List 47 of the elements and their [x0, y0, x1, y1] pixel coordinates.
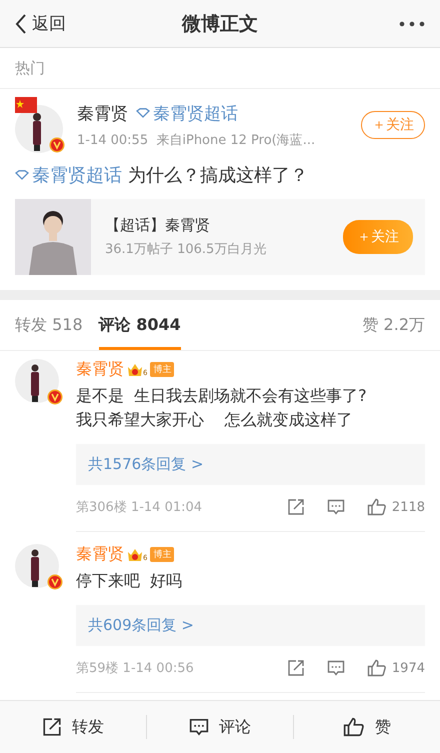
- back-icon: [14, 12, 28, 34]
- share-icon[interactable]: [286, 498, 305, 516]
- thumb-up-icon: [343, 717, 365, 737]
- card-title: 【超话】秦霄贤: [105, 216, 211, 235]
- owner-badge: 博主: [150, 547, 174, 562]
- commenter-name[interactable]: 秦霄贤: [76, 544, 124, 565]
- replies-link[interactable]: 共1576条回复 >: [76, 444, 425, 485]
- owner-badge: 博主: [150, 362, 174, 377]
- diamond-icon: [136, 108, 150, 118]
- action-button[interactable]: 转发: [0, 715, 146, 739]
- action-button[interactable]: 赞: [293, 715, 440, 739]
- post-text: 为什么？搞成这样了？: [128, 164, 308, 187]
- thumb-up-icon: [366, 498, 387, 516]
- tab[interactable]: 评论 8044: [98, 300, 181, 350]
- comment-meta: 第59楼 1-14 00:56: [76, 660, 194, 677]
- section-label: 热门: [0, 48, 440, 89]
- comment-icon: [189, 717, 209, 737]
- tab[interactable]: 转发 518: [15, 300, 83, 350]
- page-title: 微博正文: [180, 12, 259, 36]
- tab[interactable]: 赞 2.2万: [362, 300, 425, 350]
- commenter-name[interactable]: 秦霄贤: [76, 359, 124, 380]
- crown-icon: [127, 548, 143, 562]
- follow-button[interactable]: ＋关注: [343, 220, 413, 254]
- author-name[interactable]: 秦霄贤: [77, 102, 128, 124]
- comment-text: 是不是 生日我去剧场就不会有这些事了? 我只希望大家开心 怎么就变成这样了: [76, 385, 368, 431]
- like-button[interactable]: 1974: [366, 659, 425, 677]
- card-stats: 36.1万帖子 106.5万白月光: [105, 241, 268, 258]
- share-icon: [42, 717, 62, 737]
- action-button[interactable]: 评论: [146, 715, 293, 739]
- comment-icon[interactable]: [326, 659, 345, 677]
- topic-card[interactable]: 【超话】秦霄贤 36.1万帖子 106.5万白月光 ＋关注: [15, 199, 425, 275]
- comment-icon[interactable]: [326, 498, 345, 516]
- diamond-icon: [15, 170, 29, 180]
- follow-button[interactable]: ＋关注: [361, 111, 425, 139]
- more-icon[interactable]: [398, 20, 426, 28]
- comment-meta: 第306楼 1-14 01:04: [76, 499, 202, 516]
- like-button[interactable]: 2118: [366, 498, 425, 516]
- thumb-up-icon: [366, 659, 387, 677]
- comment-text: 停下来吧 好吗: [76, 570, 184, 592]
- replies-link[interactable]: 共609条回复 >: [76, 605, 425, 646]
- back-button[interactable]: 返回: [14, 12, 66, 35]
- share-icon[interactable]: [286, 659, 305, 677]
- flag-icon: [15, 97, 37, 113]
- topic-link[interactable]: 秦霄贤超话: [15, 163, 122, 187]
- topic-link[interactable]: 秦霄贤超话: [136, 102, 238, 124]
- post-time-source: 1-14 00:55 来自iPhone 12 Pro(海蓝...: [77, 132, 316, 148]
- crown-icon: [127, 362, 143, 376]
